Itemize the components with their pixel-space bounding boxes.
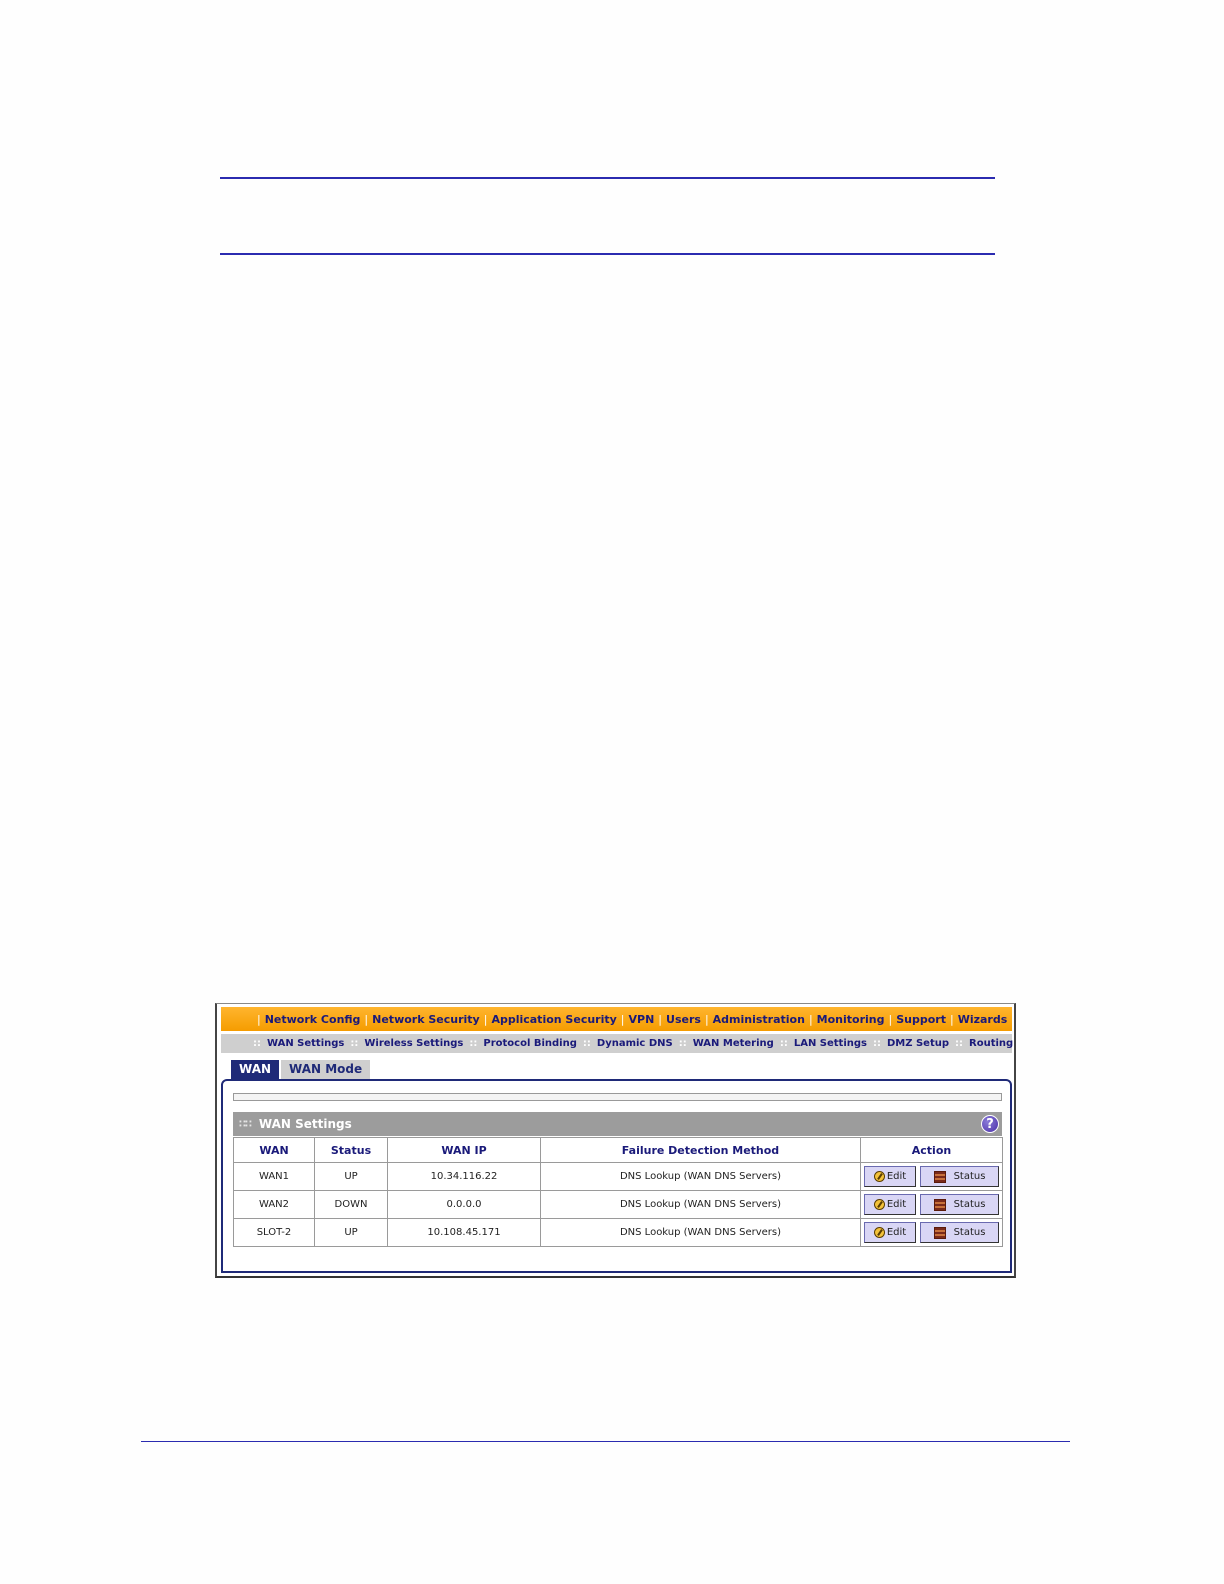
cell-status: UP [314,1162,388,1191]
submenu-wireless-settings[interactable]: Wireless Settings [364,1038,463,1049]
menu-support[interactable]: Support [896,1013,946,1026]
grip-icon: ∷∷ [239,1118,252,1130]
cell-failure-detection: DNS Lookup (WAN DNS Servers) [540,1218,861,1247]
cell-wan-ip: 10.34.116.22 [387,1162,541,1191]
menu-wizards[interactable]: Wizards [958,1013,1008,1026]
header-rule-top [220,177,995,179]
edit-icon [873,1199,885,1210]
menu-application-security[interactable]: Application Security [491,1013,616,1026]
status-button[interactable]: Status [920,1222,999,1243]
cell-wan-ip: 0.0.0.0 [387,1190,541,1219]
header-rule-bottom [220,253,995,255]
menu-vpn[interactable]: VPN [629,1013,655,1026]
tab-bar: WAN WAN Mode [231,1060,372,1079]
submenu-lan-settings[interactable]: LAN Settings [794,1038,867,1049]
status-label: Status [953,1171,986,1182]
status-button[interactable]: Status [920,1194,999,1215]
footer-rule [141,1441,1070,1442]
status-label: Status [953,1199,986,1210]
main-menu: | Network Config | Network Security | Ap… [221,1007,1014,1031]
table-row: WAN2 DOWN 0.0.0.0 DNS Lookup (WAN DNS Se… [233,1190,1003,1219]
cell-wan: WAN2 [233,1190,315,1219]
table-row: WAN1 UP 10.34.116.22 DNS Lookup (WAN DNS… [233,1162,1003,1191]
edit-icon [873,1227,885,1238]
submenu-protocol-binding[interactable]: Protocol Binding [483,1038,577,1049]
submenu-wan-metering[interactable]: WAN Metering [693,1038,774,1049]
wan-table: WAN Status WAN IP Failure Detection Meth… [233,1137,1003,1247]
wan-panel: ∷∷ WAN Settings ? WAN Status WAN IP Fail… [221,1079,1012,1273]
status-icon [933,1198,946,1211]
col-failure-detection: Failure Detection Method [540,1137,861,1163]
table-header-row: WAN Status WAN IP Failure Detection Meth… [233,1137,1003,1163]
cell-wan: SLOT-2 [233,1218,315,1247]
status-icon [933,1170,946,1183]
edit-button[interactable]: Edit [864,1194,916,1215]
status-button[interactable]: Status [920,1166,999,1187]
menu-network-config[interactable]: Network Config [265,1013,361,1026]
message-bar [233,1093,1002,1101]
submenu-wan-settings[interactable]: WAN Settings [267,1038,344,1049]
col-wan-ip: WAN IP [387,1137,541,1163]
submenu-dmz-setup[interactable]: DMZ Setup [887,1038,949,1049]
wan-settings-screenshot: | Network Config | Network Security | Ap… [215,1003,1016,1278]
help-icon[interactable]: ? [981,1115,999,1133]
edit-icon [873,1171,885,1182]
cell-action: Edit Status [860,1162,1003,1191]
cell-action: Edit Status [860,1218,1003,1247]
menu-monitoring[interactable]: Monitoring [817,1013,885,1026]
status-label: Status [953,1227,986,1238]
tab-wan-mode[interactable]: WAN Mode [281,1060,371,1079]
menu-administration[interactable]: Administration [713,1013,805,1026]
status-icon [933,1226,946,1239]
submenu-routing[interactable]: Routing [969,1038,1013,1049]
tab-wan[interactable]: WAN [231,1060,280,1079]
cell-status: DOWN [314,1190,388,1219]
submenu-dynamic-dns[interactable]: Dynamic DNS [597,1038,673,1049]
table-row: SLOT-2 UP 10.108.45.171 DNS Lookup (WAN … [233,1218,1003,1247]
cell-failure-detection: DNS Lookup (WAN DNS Servers) [540,1162,861,1191]
edit-label: Edit [886,1171,907,1182]
cell-wan-ip: 10.108.45.171 [387,1218,541,1247]
cell-status: UP [314,1218,388,1247]
edit-button[interactable]: Edit [864,1166,916,1187]
cell-action: Edit Status [860,1190,1003,1219]
cell-failure-detection: DNS Lookup (WAN DNS Servers) [540,1190,861,1219]
edit-label: Edit [886,1199,907,1210]
section-header: ∷∷ WAN Settings ? [233,1112,1002,1136]
menu-network-security[interactable]: Network Security [372,1013,480,1026]
col-status: Status [314,1137,388,1163]
col-wan: WAN [233,1137,315,1163]
section-title: WAN Settings [258,1117,352,1131]
cell-wan: WAN1 [233,1162,315,1191]
edit-button[interactable]: Edit [864,1222,916,1243]
edit-label: Edit [886,1227,907,1238]
col-action: Action [860,1137,1003,1163]
menu-users[interactable]: Users [666,1013,701,1026]
sub-menu: :: WAN Settings :: Wireless Settings :: … [221,1034,1013,1053]
